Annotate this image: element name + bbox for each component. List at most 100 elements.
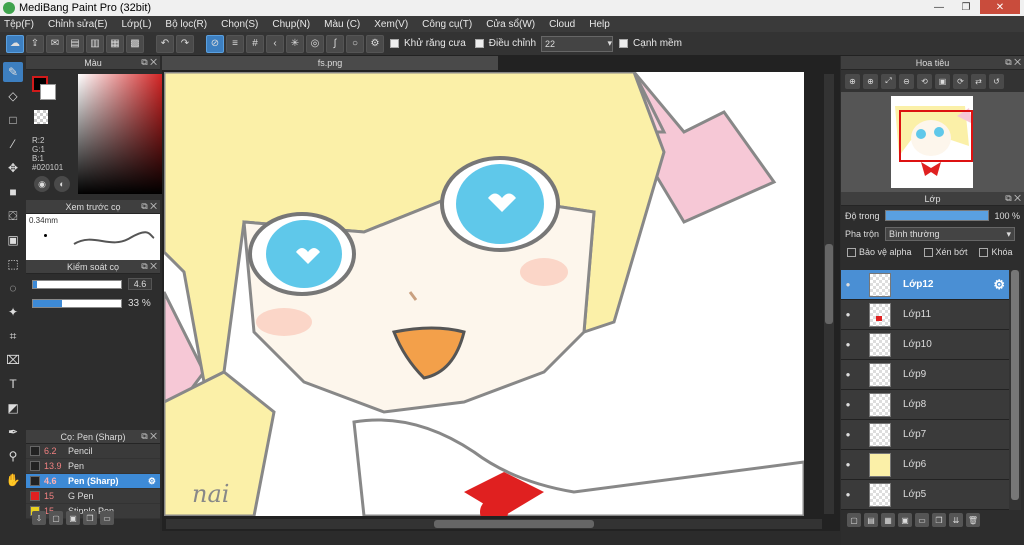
new-file-icon[interactable]: ▤ <box>66 34 84 53</box>
folder-icon[interactable]: ▭ <box>915 513 929 527</box>
antialias-checkbox[interactable] <box>390 39 399 48</box>
blend-mode-select[interactable]: Bình thường ▾ <box>885 227 1016 241</box>
redo-icon[interactable]: ↷ <box>176 34 194 53</box>
panel-controls[interactable]: ⧉ ✕ <box>141 57 157 68</box>
brush-item-g-pen[interactable]: 15 G Pen <box>26 489 160 504</box>
menu-help[interactable]: Help <box>589 19 610 30</box>
folder-icon[interactable]: ▭ <box>100 511 114 525</box>
zoom-in-icon[interactable]: ⊕ <box>845 73 860 89</box>
palette-icon[interactable]: ◉ <box>34 176 50 192</box>
new-halftone-layer-icon[interactable]: ▤ <box>864 513 878 527</box>
protect-alpha-option[interactable]: Bảo vệ alpha <box>847 247 912 258</box>
duplicate-layer-icon[interactable]: ❐ <box>932 513 946 527</box>
new-8bit-layer-icon[interactable]: ▦ <box>881 513 895 527</box>
navigator-preview[interactable] <box>841 92 1024 192</box>
comment-icon[interactable]: ✉ <box>46 34 64 53</box>
adjust-checkbox[interactable] <box>474 39 484 48</box>
layer-item[interactable]: ● Lớp12 ⚙ <box>841 270 1009 300</box>
fit-icon[interactable]: ⤢ <box>881 73 896 89</box>
new-layer-icon[interactable]: ▢ <box>847 513 861 527</box>
gear-icon[interactable]: ⚙ <box>993 277 1005 293</box>
undo-icon[interactable]: ↶ <box>156 34 174 53</box>
visibility-icon[interactable]: ● <box>841 310 855 319</box>
maximize-button[interactable]: ❐ <box>953 0 979 14</box>
adjust-select[interactable]: 22 ▾ <box>541 35 614 52</box>
layer-item[interactable]: ● Lớp8 <box>841 390 1009 420</box>
brush-size-value[interactable]: 4.6 <box>128 278 152 290</box>
visibility-icon[interactable]: ● <box>841 430 855 439</box>
parallel-snap-icon[interactable]: ≡ <box>226 34 244 53</box>
layer-item[interactable]: ● Lớp5 <box>841 480 1009 510</box>
vanish-snap-icon[interactable]: ‹ <box>266 34 284 53</box>
zoom-out-icon[interactable]: ⊖ <box>899 73 914 89</box>
menu-snap[interactable]: Chụp(N) <box>272 19 310 30</box>
cloud-brush-icon[interactable]: ⇩ <box>32 511 46 525</box>
divide-icon[interactable]: ◩ <box>3 398 23 418</box>
brush-item-pen-sharp[interactable]: 4.6 Pen (Sharp) ⚙ <box>26 474 160 489</box>
navigator-view-frame[interactable] <box>899 110 973 162</box>
dot-brush-icon[interactable]: ⁄ <box>3 134 23 154</box>
select-pen-icon[interactable]: ⌗ <box>3 326 23 346</box>
magic-wand-icon[interactable]: ✦ <box>3 302 23 322</box>
close-button[interactable]: ✕ <box>980 0 1020 14</box>
transparent-swatch[interactable] <box>34 110 48 124</box>
layer-item[interactable]: ● Lớp7 <box>841 420 1009 450</box>
menu-color[interactable]: Màu (C) <box>324 19 360 30</box>
actual-size-icon[interactable]: ▣ <box>935 73 950 89</box>
background-color-swatch[interactable] <box>40 84 56 100</box>
circle-snap-icon[interactable]: ◎ <box>306 34 324 53</box>
clipping-option[interactable]: Xén bớt <box>923 247 967 258</box>
hand-icon[interactable]: ✋ <box>3 470 23 490</box>
copy-brush-icon[interactable]: ❐ <box>83 511 97 525</box>
canvas-horizontal-scrollbar[interactable] <box>166 519 822 529</box>
bucket-icon[interactable]: ⛋ <box>3 206 23 226</box>
edge-checkbox[interactable] <box>619 39 629 48</box>
select-eraser-icon[interactable]: ⌧ <box>3 350 23 370</box>
panel-controls[interactable]: ⧉ ✕ <box>141 261 157 272</box>
panel-controls[interactable]: ⧉ ✕ <box>1005 57 1021 68</box>
move-icon[interactable]: ✥ <box>3 158 23 178</box>
eraser-icon[interactable]: ◇ <box>3 86 23 106</box>
rotate-right-icon[interactable]: ⟳ <box>953 73 968 89</box>
color-mode-icon[interactable]: ◐ <box>54 176 70 192</box>
merge-layer-icon[interactable]: ⇊ <box>949 513 963 527</box>
grid-icon[interactable]: ▩ <box>126 34 144 53</box>
brush-icon[interactable]: ✎ <box>3 62 23 82</box>
gradient-icon[interactable]: ▣ <box>3 230 23 250</box>
cross-snap-icon[interactable]: # <box>246 34 264 53</box>
brush-item-pencil[interactable]: 6.2 Pencil <box>26 444 160 459</box>
export-icon[interactable]: ▦ <box>106 34 124 53</box>
ellipse-snap-icon[interactable]: ○ <box>346 34 364 53</box>
cloud-icon[interactable]: ☁ <box>6 34 24 53</box>
menu-tools[interactable]: Công cụ(T) <box>422 19 472 30</box>
flip-icon[interactable]: ⇄ <box>971 73 986 89</box>
panel-controls[interactable]: ⧉ ✕ <box>1005 193 1021 204</box>
canvas-vertical-scrollbar[interactable] <box>824 74 834 514</box>
drawing-canvas[interactable]: nai <box>164 72 804 516</box>
menu-view[interactable]: Xem(V) <box>374 19 408 30</box>
save-icon[interactable]: ▥ <box>86 34 104 53</box>
delete-layer-icon[interactable]: 🗑 <box>966 513 980 527</box>
eyedropper-icon[interactable]: ✒ <box>3 422 23 442</box>
add-brush-icon[interactable]: ▣ <box>66 511 80 525</box>
reset-icon[interactable]: ↺ <box>989 73 1004 89</box>
snap-off-icon[interactable]: ⊘ <box>206 34 224 53</box>
menu-filter[interactable]: Bộ lọc(R) <box>165 19 207 30</box>
menu-cloud[interactable]: Cloud <box>549 19 575 30</box>
add-layer-menu-icon[interactable]: ▣ <box>898 513 912 527</box>
layer-item[interactable]: ● Lớp6 <box>841 450 1009 480</box>
zoom-in-alt-icon[interactable]: ⊕ <box>863 73 878 89</box>
gear-icon[interactable]: ⚙ <box>148 476 156 487</box>
visibility-icon[interactable]: ● <box>841 490 855 499</box>
visibility-icon[interactable]: ● <box>841 400 855 409</box>
radial-snap-icon[interactable]: ✳ <box>286 34 304 53</box>
lasso-icon[interactable]: ◌ <box>3 278 23 298</box>
visibility-icon[interactable]: ● <box>841 280 855 289</box>
layer-list-scrollbar[interactable] <box>1009 270 1021 510</box>
rotate-left-icon[interactable]: ⟲ <box>917 73 932 89</box>
snap-settings-icon[interactable]: ⚙ <box>366 34 384 53</box>
share-icon[interactable]: ⇪ <box>26 34 44 53</box>
brush-item-pen[interactable]: 13.9 Pen <box>26 459 160 474</box>
menu-edit[interactable]: Chỉnh sửa(E) <box>48 19 108 30</box>
menu-layer[interactable]: Lớp(L) <box>122 19 152 30</box>
